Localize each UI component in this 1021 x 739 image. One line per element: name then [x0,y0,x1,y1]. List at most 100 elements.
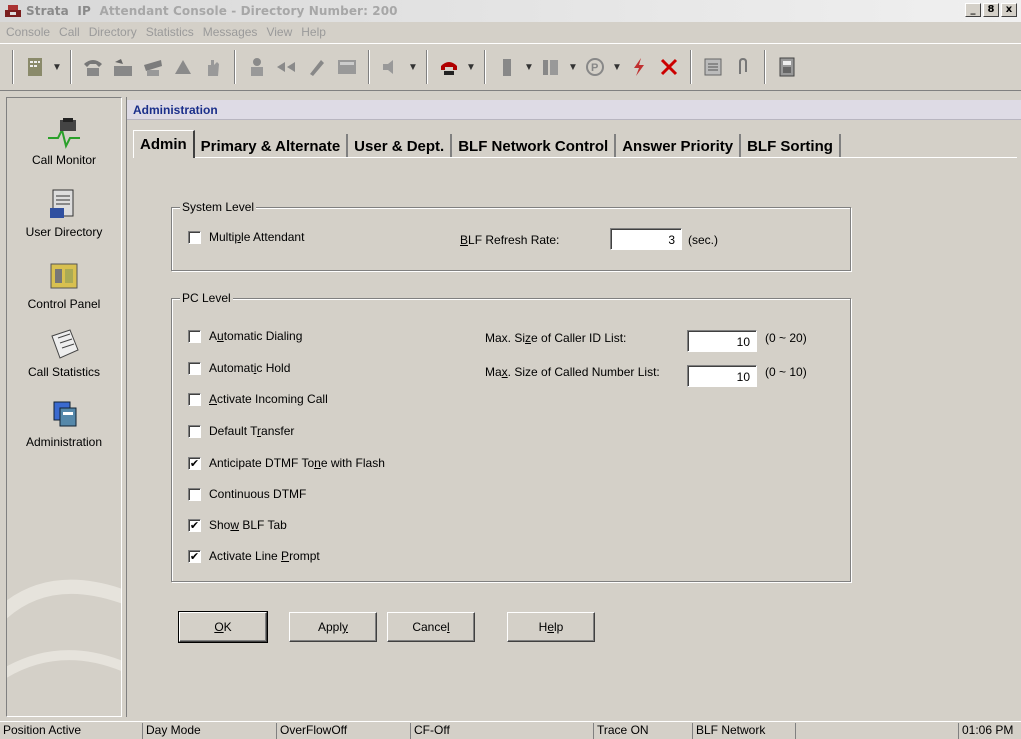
phone-answer-icon[interactable] [110,54,136,80]
handset-dropdown-icon[interactable]: ▼ [466,62,476,73]
close-button[interactable]: x [1001,3,1017,17]
menu-call[interactable]: Call [59,25,80,39]
nav-call-statistics[interactable]: Call Statistics [7,328,121,379]
tab-baseline [133,157,1017,159]
system-level-group: System Level Multiple Attendant BLF Refr… [171,200,851,271]
caller-id-size-input[interactable]: 10 [687,330,757,352]
menu-view[interactable]: View [266,25,292,39]
multiple-attendant-checkbox[interactable]: Multiple Attendant [188,230,304,244]
caller-id-size-label: Max. Size of Caller ID List: [485,331,627,345]
default-transfer-box[interactable] [188,424,201,438]
card-icon[interactable] [334,54,360,80]
nav-control-panel-label: Control Panel [27,297,101,311]
console-icon[interactable] [774,54,800,80]
anticipate-dtmf-checkbox[interactable]: ✔ Anticipate DTMF Tone with Flash [188,456,385,470]
tab-user-dept[interactable]: User & Dept. [348,134,453,158]
red-handset-icon[interactable] [436,54,462,80]
svg-text:P: P [591,62,598,74]
called-number-size-input[interactable]: 10 [687,365,757,387]
tab-primary-alternate[interactable]: Primary & Alternate [194,134,349,158]
multi-line-dropdown-icon[interactable]: ▼ [568,62,578,73]
paperclip-icon[interactable] [730,54,756,80]
automatic-dialing-checkbox[interactable]: Automatic Dialing [188,329,302,343]
menu-help[interactable]: Help [301,25,326,39]
tab-admin[interactable]: Admin [133,130,195,158]
cancel-button[interactable]: Cance l [387,612,475,642]
keypad-icon[interactable] [22,54,48,80]
menu-messages[interactable]: Messages [203,25,258,39]
park-icon[interactable]: P [582,54,608,80]
activate-line-prompt-label: Activate Line Prompt [209,549,320,563]
window-title: Strata IP Attendant Console - Directory … [26,4,398,18]
list-icon[interactable] [700,54,726,80]
administration-icon [46,398,82,432]
activate-line-prompt-box[interactable]: ✔ [188,549,201,563]
help-button[interactable]: He lp [507,612,595,642]
anticipate-dtmf-box[interactable]: ✔ [188,456,201,470]
show-blf-tab-box[interactable]: ✔ [188,518,201,532]
monitor-phone-icon [46,116,82,150]
menu-statistics[interactable]: Statistics [146,25,194,39]
status-empty-panel [795,723,945,739]
pen-icon[interactable] [304,54,330,80]
nav-control-panel[interactable]: Control Panel [7,260,121,311]
person-icon[interactable] [244,54,270,80]
tab-blf-sorting[interactable]: BLF Sorting [741,134,841,158]
multi-line-icon[interactable] [538,54,564,80]
default-transfer-checkbox[interactable]: Default Transfer [188,424,294,438]
system-level-title: System Level [180,200,257,214]
forward-icon[interactable] [274,54,300,80]
telephone-icon[interactable] [80,54,106,80]
toolbar-separator [426,50,428,84]
automatic-hold-checkbox[interactable]: Automatic Hold [188,361,290,375]
transfer-icon[interactable] [170,54,196,80]
automatic-dialing-box[interactable] [188,329,201,343]
line-dropdown-icon[interactable]: ▼ [524,62,534,73]
continuous-dtmf-checkbox[interactable]: Continuous DTMF [188,487,306,501]
minimize-button[interactable]: _ [965,3,981,17]
status-position: Position Active [3,723,82,737]
called-number-size-label: Max. Size of Called Number List: [485,365,660,379]
park-dropdown-icon[interactable]: ▼ [612,62,622,73]
nav-call-monitor-label: Call Monitor [31,153,97,167]
multiple-attendant-label: Multiple Attendant [209,230,305,244]
directory-icon [46,188,82,222]
menu-console[interactable]: Console [6,25,50,39]
automatic-hold-box[interactable] [188,361,201,375]
nav-administration[interactable]: Administration [7,398,121,449]
tab-answer-priority[interactable]: Answer Priority [616,134,742,158]
activate-line-prompt-checkbox[interactable]: ✔ Activate Line Prompt [188,549,320,563]
continuous-dtmf-box[interactable] [188,487,201,501]
pc-level-group: PC Level Automatic Dialing Automatic Hol… [171,291,851,582]
activate-incoming-call-box[interactable] [188,392,201,406]
nav-call-monitor[interactable]: Call Monitor [7,116,121,167]
activate-incoming-call-checkbox[interactable]: Activate Incoming Call [188,392,328,406]
disconnect-icon[interactable] [656,54,682,80]
status-time: 01:06 PM [958,723,1013,739]
show-blf-tab-checkbox[interactable]: ✔ Show BLF Tab [188,518,287,532]
tab-blf-network-control[interactable]: BLF Network Control [452,134,617,158]
blf-refresh-rate-input[interactable]: 3 [610,228,682,250]
multiple-attendant-box[interactable] [188,230,201,244]
toolbar-separator [484,50,486,84]
volume-icon[interactable] [378,54,404,80]
hand-icon[interactable] [200,54,226,80]
nav-user-directory-label: User Directory [25,225,103,239]
left-navigation: Call Monitor User Directory Control Pane… [6,97,122,717]
blf-refresh-unit: (sec.) [688,233,718,247]
keypad-dropdown-icon[interactable]: ▼ [52,62,62,73]
toolbar: ▼ ▼ ▼ ▼ ▼ P ▼ [0,43,1021,91]
phone-hold-icon[interactable] [140,54,166,80]
nav-user-directory[interactable]: User Directory [7,188,121,239]
continuous-dtmf-label: Continuous DTMF [209,487,307,501]
toolbar-separator [764,50,766,84]
tab-strip: Admin Primary & Alternate User & Dept. B… [133,130,841,158]
ok-button[interactable]: OK [178,611,268,643]
volume-dropdown-icon[interactable]: ▼ [408,62,418,73]
menu-directory[interactable]: Directory [89,25,137,39]
restore-button[interactable]: 8 [983,3,999,17]
apply-button[interactable]: Appl y [289,612,377,642]
line-icon[interactable] [494,54,520,80]
anticipate-dtmf-label: Anticipate DTMF Tone with Flash [209,456,385,470]
lightning-icon[interactable] [626,54,652,80]
